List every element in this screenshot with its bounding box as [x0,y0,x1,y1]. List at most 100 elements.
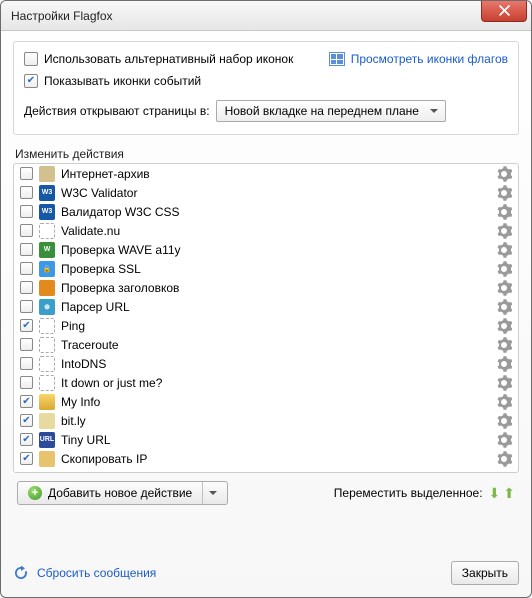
action-checkbox[interactable] [20,224,33,237]
table-row[interactable]: W3 W3C Validator [14,183,518,202]
table-row[interactable]: Traceroute [14,335,518,354]
action-checkbox[interactable] [20,433,33,446]
table-row[interactable]: Ping [14,316,518,335]
move-label: Переместить выделенное: [334,486,483,500]
alt-icons-label: Использовать альтернативный набор иконок [44,52,293,66]
gear-icon[interactable] [496,185,512,201]
settings-window: Настройки Flagfox Использовать альтернат… [0,0,532,598]
action-checkbox[interactable] [20,300,33,313]
service-icon [39,337,55,353]
action-checkbox[interactable] [20,205,33,218]
actions-section: Изменить действия Интернет-архив W3 W3C Va… [13,145,519,539]
service-icon [39,413,55,429]
action-label: Tiny URL [61,433,490,447]
action-checkbox[interactable] [20,319,33,332]
table-row[interactable]: WПроверка WAVE a11y [14,240,518,259]
action-label: Ping [61,319,490,333]
footer: Сбросить сообщения Закрыть [1,551,531,597]
table-row[interactable]: It down or just me? [14,373,518,392]
action-label: It down or just me? [61,376,490,390]
service-icon: W3 [39,204,55,220]
service-icon [39,318,55,334]
gear-icon[interactable] [496,413,512,429]
gear-icon[interactable] [496,394,512,410]
table-row[interactable]: Интернет-архив [14,164,518,183]
table-row[interactable]: 🔒Проверка SSL [14,259,518,278]
reset-messages-link[interactable]: Сбросить сообщения [37,566,156,580]
titlebar: Настройки Flagfox [1,1,531,31]
event-icons-checkbox[interactable] [24,74,38,88]
action-label: Валидатор W3C CSS [61,205,490,219]
action-checkbox[interactable] [20,395,33,408]
table-row[interactable]: Проверка заголовков [14,278,518,297]
table-row[interactable]: My Info [14,392,518,411]
reset-icon [13,565,29,581]
gear-icon[interactable] [496,432,512,448]
gear-icon[interactable] [496,356,512,372]
service-icon: W [39,242,55,258]
open-in-select[interactable]: Новой вкладке на переднем плане [216,100,446,122]
flag-grid-icon [329,52,345,66]
action-checkbox[interactable] [20,186,33,199]
alt-icons-checkbox[interactable] [24,52,38,66]
action-checkbox[interactable] [20,167,33,180]
service-icon [39,394,55,410]
window-title: Настройки Flagfox [11,9,113,23]
move-down-button[interactable]: ⬇ [489,486,501,500]
gear-icon[interactable] [496,318,512,334]
action-checkbox[interactable] [20,376,33,389]
service-icon [39,451,55,467]
gear-icon[interactable] [496,261,512,277]
action-checkbox[interactable] [20,243,33,256]
plus-icon: + [28,486,42,500]
gear-icon[interactable] [496,204,512,220]
open-in-label: Действия открывают страницы в: [24,104,210,118]
action-checkbox[interactable] [20,357,33,370]
action-label: Скопировать IP [61,452,490,466]
table-row[interactable]: Validate.nu [14,221,518,240]
service-icon [39,356,55,372]
gear-icon[interactable] [496,299,512,315]
table-row[interactable]: IntoDNS [14,354,518,373]
action-checkbox[interactable] [20,414,33,427]
action-label: W3C Validator [61,186,490,200]
service-icon: ⊕ [39,299,55,315]
actions-list[interactable]: Интернет-архив W3 W3C Validator W3 Валидатор… [14,164,518,472]
general-group: Использовать альтернативный набор иконок… [13,41,519,135]
close-button[interactable]: Закрыть [451,561,519,585]
service-icon: W3 [39,185,55,201]
event-icons-label: Показывать иконки событий [44,74,201,88]
gear-icon[interactable] [496,242,512,258]
action-label: bit.ly [61,414,490,428]
action-label: Validate.nu [61,224,490,238]
table-row[interactable]: W3 Валидатор W3C CSS [14,202,518,221]
gear-icon[interactable] [496,337,512,353]
gear-icon[interactable] [496,223,512,239]
table-row[interactable]: URLTiny URL [14,430,518,449]
gear-icon[interactable] [496,166,512,182]
move-up-button[interactable]: ⬆ [503,486,515,500]
action-checkbox[interactable] [20,452,33,465]
action-label: Traceroute [61,338,490,352]
close-icon [499,5,510,16]
window-close-button[interactable] [481,0,527,22]
close-button-label: Закрыть [462,566,508,580]
service-icon [39,166,55,182]
add-action-button[interactable]: + Добавить новое действие [17,481,228,505]
action-label: Интернет-архив [61,167,490,181]
table-row[interactable]: Скопировать IP [14,449,518,468]
add-action-dropdown[interactable] [202,482,217,504]
gear-icon[interactable] [496,280,512,296]
table-row[interactable]: bit.ly [14,411,518,430]
content-area: Использовать альтернативный набор иконок… [1,31,531,551]
gear-icon[interactable] [496,451,512,467]
table-row[interactable]: ⊕ Парсер URL [14,297,518,316]
action-label: Парсер URL [61,300,490,314]
action-checkbox[interactable] [20,338,33,351]
actions-title: Изменить действия [15,147,519,161]
gear-icon[interactable] [496,375,512,391]
preview-flags-link[interactable]: Просмотреть иконки флагов [351,52,508,66]
action-checkbox[interactable] [20,262,33,275]
action-checkbox[interactable] [20,281,33,294]
actions-list-wrap: Интернет-архив W3 W3C Validator W3 Валидатор… [13,163,519,473]
